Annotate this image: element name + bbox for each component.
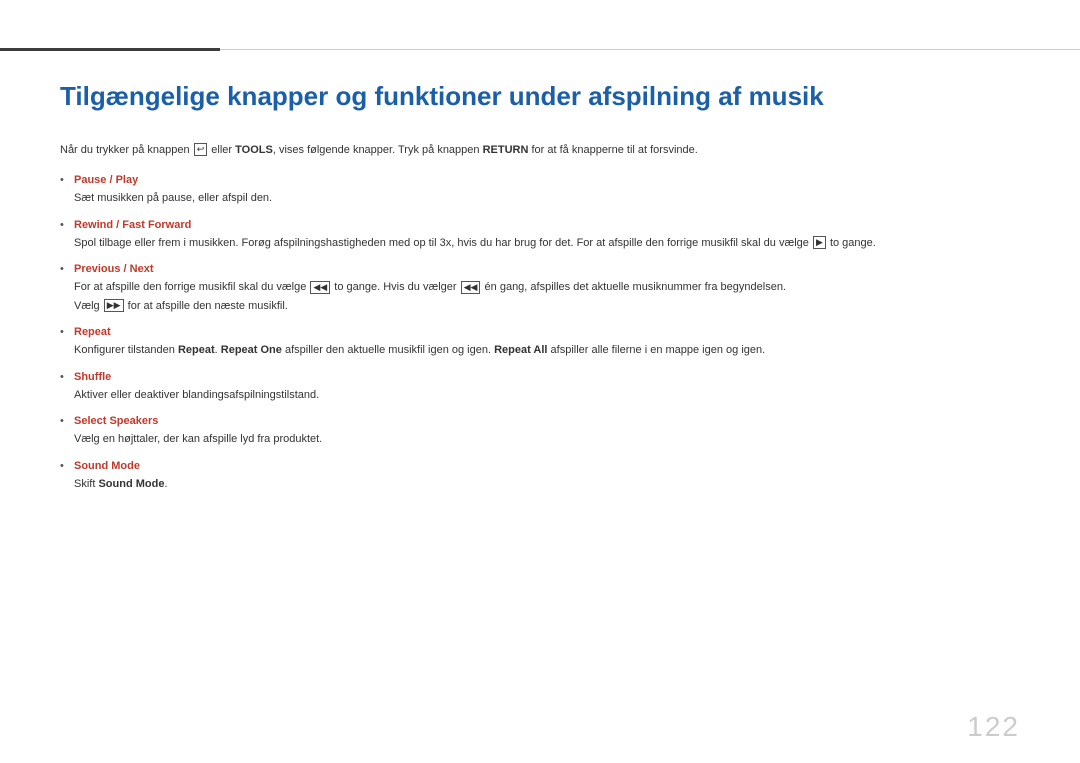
top-bar-dark [0, 48, 220, 51]
list-item: Sound Mode Skift Sound Mode. [60, 460, 1020, 493]
item-desc-previous-next: For at afspille den forrige musikfil ska… [74, 281, 786, 312]
bullet-list: Pause / Play Sæt musikken på pause, elle… [60, 174, 1020, 492]
list-item: Rewind / Fast Forward Spol tilbage eller… [60, 219, 1020, 252]
intro-text: Når du trykker på knappen ↩ eller TOOLS,… [60, 142, 1020, 159]
list-item: Select Speakers Vælg en højttaler, der k… [60, 415, 1020, 448]
page-container: Tilgængelige knapper og funktioner under… [0, 0, 1080, 763]
repeat-all-label: Repeat All [494, 344, 547, 356]
list-item: Pause / Play Sæt musikken på pause, elle… [60, 174, 1020, 207]
page-title: Tilgængelige knapper og funktioner under… [60, 80, 1020, 114]
item-title-shuffle: Shuffle [74, 371, 1020, 383]
sound-mode-label: Sound Mode [98, 478, 164, 490]
item-desc-select-speakers: Vælg en højttaler, der kan afspille lyd … [74, 433, 322, 445]
prev-icon-2: ◀◀ [461, 281, 481, 294]
item-desc-shuffle: Aktiver eller deaktiver blandingsafspiln… [74, 389, 319, 401]
next-icon: ▶▶ [104, 299, 124, 312]
item-desc-repeat: Konfigurer tilstanden Repeat. Repeat One… [74, 344, 765, 356]
prev-icon: ◀◀ [310, 281, 330, 294]
tools-label: TOOLS [235, 144, 273, 156]
main-content: Tilgængelige knapper og funktioner under… [60, 60, 1020, 723]
item-desc-pause-play: Sæt musikken på pause, eller afspil den. [74, 192, 272, 204]
list-item: Shuffle Aktiver eller deaktiver blanding… [60, 371, 1020, 404]
return-icon: ↩ [194, 143, 208, 156]
item-title-rewind: Rewind / Fast Forward [74, 219, 1020, 231]
item-title-repeat: Repeat [74, 326, 1020, 338]
item-title-select-speakers: Select Speakers [74, 415, 1020, 427]
list-item: Repeat Konfigurer tilstanden Repeat. Rep… [60, 326, 1020, 359]
item-desc-sound-mode: Skift Sound Mode. [74, 478, 168, 490]
return-label: RETURN [483, 144, 529, 156]
repeat-label: Repeat [178, 344, 215, 356]
top-bar [0, 48, 1080, 50]
item-title-previous-next: Previous / Next [74, 263, 1020, 275]
top-bar-light [220, 49, 1080, 50]
repeat-one-label: Repeat One [221, 344, 282, 356]
play-icon: ▶ [813, 236, 826, 249]
item-title-sound-mode: Sound Mode [74, 460, 1020, 472]
item-desc-rewind: Spol tilbage eller frem i musikken. Forø… [74, 237, 876, 249]
item-title-pause-play: Pause / Play [74, 174, 1020, 186]
list-item: Previous / Next For at afspille den forr… [60, 263, 1020, 314]
page-number: 122 [967, 711, 1020, 743]
